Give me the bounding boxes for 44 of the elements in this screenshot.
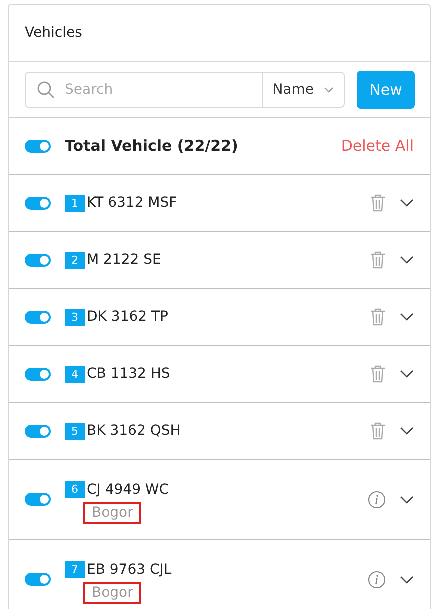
sort-dropdown[interactable]: Name — [262, 72, 344, 106]
number-badge: 7 — [65, 561, 85, 578]
trash-icon[interactable] — [370, 365, 386, 383]
toggle-switch[interactable] — [25, 493, 51, 506]
info-icon[interactable] — [368, 570, 386, 588]
plate-number: EB 9763 CJL — [87, 562, 172, 578]
plate-number: DK 3162 TP — [87, 309, 168, 325]
trash-icon[interactable] — [370, 308, 386, 326]
search-icon — [37, 80, 55, 98]
chevron-down-icon[interactable] — [400, 576, 414, 584]
chevron-down-icon[interactable] — [400, 256, 414, 264]
toggle-switch[interactable] — [25, 424, 51, 438]
location-label: Bogor — [83, 582, 142, 604]
trash-icon[interactable] — [370, 422, 386, 440]
chevron-down-icon[interactable] — [400, 313, 414, 321]
chevron-down-icon[interactable] — [400, 370, 414, 378]
number-badge: 3 — [65, 308, 85, 326]
number-badge: 1 — [65, 194, 85, 212]
trash-icon[interactable] — [370, 251, 386, 269]
location-label: Bogor — [83, 502, 142, 524]
info-icon[interactable] — [368, 490, 386, 508]
plate-number: CJ 4949 WC — [87, 482, 170, 498]
toggle-switch[interactable] — [25, 368, 51, 380]
number-badge: 4 — [65, 366, 85, 382]
plate-number: M 2122 SE — [87, 252, 162, 268]
chevron-down-icon[interactable] — [400, 427, 414, 435]
toggle-switch[interactable] — [25, 196, 51, 210]
trash-icon[interactable] — [370, 194, 386, 212]
number-badge: 6 — [65, 481, 85, 498]
toggle-switch[interactable] — [25, 310, 51, 324]
caret-icon — [324, 86, 334, 92]
chevron-down-icon[interactable] — [400, 199, 414, 207]
toggle-switch[interactable] — [25, 573, 51, 586]
toggle-switch[interactable] — [25, 140, 51, 152]
search-field[interactable]: Search Name — [25, 72, 345, 108]
plate-number: CB 1132 HS — [87, 366, 170, 382]
plate-number: KT 6312 MSF — [87, 195, 178, 211]
number-badge: 2 — [65, 252, 85, 268]
chevron-down-icon[interactable] — [400, 496, 414, 504]
total-label: Total Vehicle (22/22) — [65, 137, 240, 155]
number-badge: 5 — [65, 422, 85, 440]
panel-title: Vehicles — [25, 25, 82, 41]
plate-number: BK 3162 QSH — [87, 423, 181, 439]
toggle-switch[interactable] — [25, 254, 51, 266]
